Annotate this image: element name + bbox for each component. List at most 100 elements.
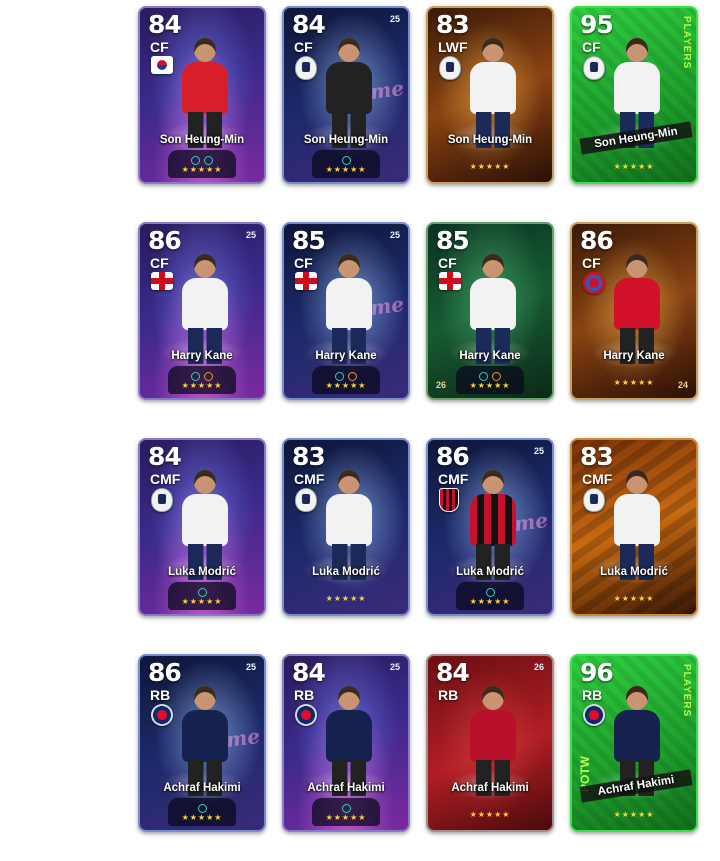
card-position: RB [150, 687, 171, 703]
club-crest-icon [439, 56, 461, 80]
star-rating: ★★★★★ [325, 381, 367, 390]
club-crest-icon [151, 704, 173, 726]
player-card[interactable]: 86 CF 25 Harry Kane ★★★★★ [138, 222, 266, 400]
card-bottom-bar: ★★★★★ [456, 366, 524, 394]
player-card[interactable]: 84 CF Son Heung-Min ★★★★★ [138, 6, 266, 184]
skill-ring-icon [204, 156, 213, 165]
player-name: Harry Kane [315, 350, 377, 362]
player-body [470, 710, 516, 762]
card-rating: 83 [292, 442, 326, 471]
card-rating: 83 [580, 442, 614, 471]
player-head [626, 254, 648, 278]
card-bottom-bar: ★★★★★ [456, 582, 524, 610]
player-figure [462, 254, 524, 364]
player-card[interactable]: 95 CF PLAYERS Son Heung-Min ★★★★★ [570, 6, 698, 184]
card-position: CF [150, 255, 169, 271]
player-card[interactable]: 83 CMF Luka Modrić ★★★★★ [570, 438, 698, 616]
nation-flag-icon [151, 56, 173, 74]
player-card[interactable]: 83 CMF Luka Modrić ★★★★★ [282, 438, 410, 616]
club-crest-icon [583, 272, 605, 294]
season-badge: 26 [533, 662, 544, 672]
player-card[interactable]: 96 RB PLAYERS POTW Achraf Hakimi ★★★★★ [570, 654, 698, 832]
skill-icons [312, 368, 380, 381]
player-head [626, 38, 648, 62]
player-body [470, 494, 516, 546]
skill-ring-icon [348, 372, 357, 381]
skill-icons [168, 368, 236, 381]
player-name: Achraf Hakimi [163, 782, 241, 794]
player-head [626, 470, 648, 494]
player-card[interactable]: 83 LWF Son Heung-Min ★★★★★ [426, 6, 554, 184]
skill-ring-icon [479, 372, 488, 381]
card-position: RB [294, 687, 315, 703]
player-card[interactable]: me 84 CF 25 Son Heung-Min ★★★★★ [282, 6, 410, 184]
player-name: Luka Modrić [168, 566, 236, 578]
player-body [614, 494, 660, 546]
card-position: CF [582, 255, 601, 271]
player-head [482, 254, 504, 278]
season-badge: 25 [245, 662, 256, 672]
player-name: Son Heung-Min [159, 134, 245, 146]
skill-ring-icon [191, 372, 200, 381]
player-body [470, 278, 516, 330]
club-crest-icon [295, 488, 317, 512]
card-rating: 84 [292, 10, 326, 39]
card-position: LWF [438, 39, 468, 55]
season-badge: 26 [436, 380, 447, 390]
player-card[interactable]: 84 CMF Luka Modrić ★★★★★ [138, 438, 266, 616]
card-bottom-bar: ★★★★★ [168, 798, 236, 826]
player-card[interactable]: me 86 RB 25 Achraf Hakimi ★★★★★ [138, 654, 266, 832]
card-position: CF [582, 39, 601, 55]
player-head [338, 470, 360, 494]
card-position: CMF [582, 471, 613, 487]
card-rating: 84 [292, 658, 326, 687]
skill-icons [456, 584, 524, 597]
card-bottom-bar: ★★★★★ [312, 798, 380, 826]
nation-flag-icon [439, 272, 461, 290]
card-rating: 86 [436, 442, 470, 471]
card-rating: 86 [148, 658, 182, 687]
card-position: CMF [294, 471, 325, 487]
card-rating: 83 [436, 10, 470, 39]
player-card[interactable]: 84 RB 26 Achraf Hakimi ★★★★★ [426, 654, 554, 832]
player-name: Achraf Hakimi [307, 782, 385, 794]
player-card[interactable]: 84 RB 25 Achraf Hakimi ★★★★★ [282, 654, 410, 832]
nation-flag-icon [151, 272, 173, 290]
skill-icons [168, 800, 236, 813]
card-rating: 85 [436, 226, 470, 255]
player-card[interactable]: me 86 CMF 25 Luka Modrić ★★★★★ [426, 438, 554, 616]
player-head [194, 470, 216, 494]
skill-ring-icon [197, 804, 207, 813]
skill-ring-icon [341, 156, 351, 165]
player-body [326, 62, 372, 114]
player-head [626, 686, 648, 710]
player-head [338, 686, 360, 710]
player-body [326, 494, 372, 546]
card-rating: 96 [580, 658, 614, 687]
card-side-text: PLAYERS [681, 664, 692, 718]
star-rating: ★★★★★ [469, 381, 511, 390]
star-rating: ★★★★★ [469, 597, 511, 606]
star-rating: ★★★★★ [181, 597, 223, 606]
player-head [194, 254, 216, 278]
season-badge: 25 [389, 662, 400, 672]
card-position: CMF [438, 471, 469, 487]
card-bottom-bar: ★★★★★ [600, 798, 668, 826]
club-crest-icon [295, 56, 317, 80]
player-card-grid: 84 CF Son Heung-Min ★★★★★ me 84 CF 25 Son Heung-… [138, 6, 698, 836]
card-rating: 84 [148, 10, 182, 39]
club-crest-icon [295, 704, 317, 726]
player-body [614, 710, 660, 762]
player-card[interactable]: 85 CF 26 Harry Kane ★★★★★ [426, 222, 554, 400]
player-card[interactable]: 86 CF 24 Harry Kane ★★★★★ [570, 222, 698, 400]
skill-ring-icon [485, 588, 495, 597]
card-rating: 86 [148, 226, 182, 255]
player-card[interactable]: me 85 CF 25 Harry Kane ★★★★★ [282, 222, 410, 400]
player-body [182, 710, 228, 762]
card-rating: 84 [436, 658, 470, 687]
player-head [482, 38, 504, 62]
player-figure [174, 470, 236, 580]
card-bottom-bar: ★★★★★ [600, 150, 668, 178]
skill-icons [312, 152, 380, 165]
star-rating: ★★★★★ [181, 381, 223, 390]
